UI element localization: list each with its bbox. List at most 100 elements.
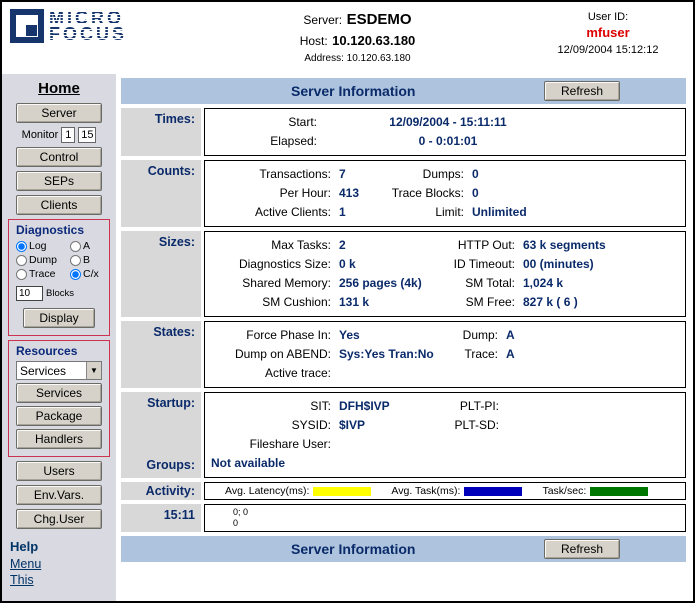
field-value <box>339 435 429 454</box>
task-ms-swatch <box>464 487 522 496</box>
field-label: Active trace: <box>211 364 331 383</box>
control-button[interactable]: Control <box>16 147 102 167</box>
data-line: SYSID: $IVP PLT-SD: <box>211 416 679 435</box>
field-label: Max Tasks: <box>211 236 331 255</box>
user-info: User ID: mfuser 12/09/2004 15:12:12 <box>533 9 683 56</box>
activity-readings: 0; 0 0 <box>204 504 686 532</box>
startup-groups-labels: Startup: Groups: <box>121 392 201 478</box>
b-radio[interactable]: B <box>70 254 102 266</box>
services-button[interactable]: Services <box>16 383 102 403</box>
envvars-button[interactable]: Env.Vars. <box>16 485 102 505</box>
states-section: States: Force Phase In: Yes Dump: A Dump… <box>121 321 686 388</box>
field-label: PLT-SD: <box>437 416 499 435</box>
this-link[interactable]: This <box>10 573 41 587</box>
package-button[interactable]: Package <box>16 406 102 426</box>
field-label <box>437 435 499 454</box>
data-line: Diagnostics Size: 0 k ID Timeout: 00 (mi… <box>211 255 679 274</box>
times-section: Times: Start: 12/09/2004 - 15:11:11 Elap… <box>121 108 686 156</box>
seps-button[interactable]: SEPs <box>16 171 102 191</box>
field-label: SYSID: <box>211 416 331 435</box>
counts-content: Transactions: 7 Dumps: 0 Per Hour: 413 T… <box>204 160 686 227</box>
blocks-row: Blocks <box>16 286 74 301</box>
field-value: 12/09/2004 - 15:11:11 <box>325 113 571 132</box>
host-label: Host: <box>300 34 328 48</box>
monitor-input-1[interactable] <box>61 127 75 143</box>
data-line: Transactions: 7 Dumps: 0 <box>211 165 679 184</box>
field-value: A <box>506 345 679 364</box>
field-label: Active Clients: <box>211 203 331 222</box>
data-line: Active Clients: 1 Limit: Unlimited <box>211 203 679 222</box>
field-label: Force Phase In: <box>211 326 331 345</box>
log-radio[interactable]: Log <box>16 240 70 252</box>
groups-label: Groups: <box>121 458 195 472</box>
field-label: SM Cushion: <box>211 293 331 312</box>
data-line: Dump on ABEND: Sys:Yes Tran:No Trace: A <box>211 345 679 364</box>
field-label: HTTP Out: <box>442 236 515 255</box>
blocks-label: Blocks <box>46 288 74 299</box>
refresh-button-top[interactable]: Refresh <box>544 81 620 101</box>
diagnostics-title: Diagnostics <box>16 223 84 237</box>
cx-radio-input[interactable] <box>70 269 81 280</box>
users-button[interactable]: Users <box>16 461 102 481</box>
field-value: 1,024 k <box>523 274 679 293</box>
menu-link[interactable]: Menu <box>10 557 41 571</box>
legend-item: Avg. Task(ms): <box>391 485 522 497</box>
dump-radio[interactable]: Dump <box>16 254 70 266</box>
field-value: 131 k <box>339 293 434 312</box>
display-button[interactable]: Display <box>23 308 95 328</box>
trace-radio-label: Trace <box>29 268 55 280</box>
field-label: SIT: <box>211 397 331 416</box>
task-ms-legend-label: Avg. Task(ms): <box>391 485 460 497</box>
groups-value: Not available <box>211 454 679 473</box>
field-label: Trace Blocks: <box>389 184 464 203</box>
sizes-content: Max Tasks: 2 HTTP Out: 63 k segments Dia… <box>204 231 686 317</box>
field-label: Shared Memory: <box>211 274 331 293</box>
a-radio[interactable]: A <box>70 240 102 252</box>
server-host-header: Server: ESDEMO Host: 10.120.63.180 Addre… <box>182 9 533 64</box>
trace-radio[interactable]: Trace <box>16 268 70 280</box>
chguser-button[interactable]: Chg.User <box>16 509 102 529</box>
startup-section: Startup: Groups: SIT: DFH$IVP PLT-PI: SY… <box>121 392 686 478</box>
latency-legend-label: Avg. Latency(ms): <box>225 485 309 497</box>
dump-radio-label: Dump <box>29 254 57 266</box>
server-label: Server: <box>303 13 342 27</box>
field-value: $IVP <box>339 416 429 435</box>
refresh-button-bottom[interactable]: Refresh <box>544 539 620 559</box>
handlers-button[interactable]: Handlers <box>16 429 102 449</box>
resources-select[interactable]: Services ▼ <box>16 361 102 380</box>
field-label: ID Timeout: <box>442 255 515 274</box>
log-radio-label: Log <box>29 240 47 252</box>
field-value: 1 <box>339 203 381 222</box>
user-id-value: mfuser <box>533 25 683 40</box>
field-value: 00 (minutes) <box>523 255 679 274</box>
field-label: Transactions: <box>211 165 331 184</box>
data-line: Force Phase In: Yes Dump: A <box>211 326 679 345</box>
sizes-section: Sizes: Max Tasks: 2 HTTP Out: 63 k segme… <box>121 231 686 317</box>
home-link[interactable]: Home <box>38 80 80 97</box>
b-radio-input[interactable] <box>70 255 81 266</box>
header: MICRO FOCUS Server: ESDEMO Host: 10.120.… <box>2 2 693 74</box>
resources-title: Resources <box>16 344 77 358</box>
activity-label: Activity: <box>121 482 201 500</box>
a-radio-input[interactable] <box>70 241 81 252</box>
data-line: SIT: DFH$IVP PLT-PI: <box>211 397 679 416</box>
trace-radio-input[interactable] <box>16 269 27 280</box>
field-value: 0 <box>472 165 679 184</box>
activity-legend: Avg. Latency(ms): Avg. Task(ms): Task/se… <box>204 482 686 500</box>
clients-button[interactable]: Clients <box>16 195 102 215</box>
log-radio-input[interactable] <box>16 241 27 252</box>
activity-timeline-section: 15:11 0; 0 0 <box>121 504 686 532</box>
field-label: Diagnostics Size: <box>211 255 331 274</box>
monitor-input-2[interactable] <box>78 127 96 143</box>
blocks-input[interactable] <box>16 286 43 301</box>
dump-radio-input[interactable] <box>16 255 27 266</box>
user-id-label: User ID: <box>533 11 683 23</box>
logo-text: MICRO FOCUS <box>49 9 127 42</box>
field-value: 0 - 0:01:01 <box>325 132 571 151</box>
cx-radio[interactable]: C/x <box>70 268 102 280</box>
field-label: Dump: <box>447 326 498 345</box>
server-button[interactable]: Server <box>16 103 102 123</box>
data-line: Per Hour: 413 Trace Blocks: 0 <box>211 184 679 203</box>
counts-label: Counts: <box>121 160 201 227</box>
field-value: 2 <box>339 236 434 255</box>
